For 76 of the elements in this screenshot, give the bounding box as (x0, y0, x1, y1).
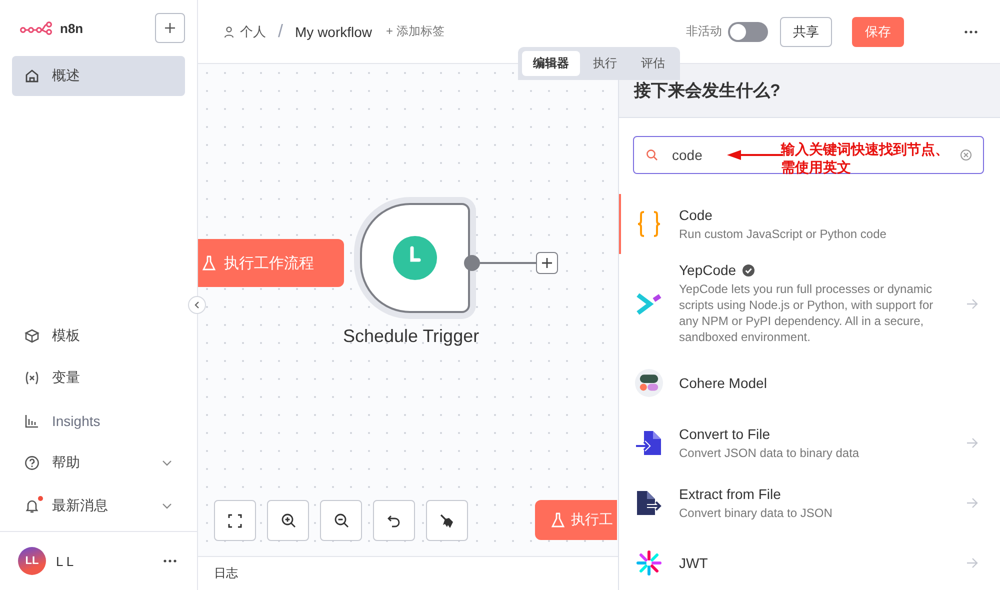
starburst-icon (636, 550, 662, 576)
node-description: Convert binary data to JSON (679, 504, 834, 520)
more-icon[interactable] (163, 559, 177, 563)
zoom-in-button[interactable] (267, 500, 309, 541)
add-tag-link[interactable]: + 添加标签 (386, 23, 444, 40)
node-description: YepCode lets you run full processes or dynamic scripts using Node.js or Python, with support for any NPM or PyPI dependency. All in a secure, sandboxed environment. (679, 281, 934, 345)
breadcrumb-separator: / (278, 21, 284, 42)
nav-item[interactable]: 帮助 (12, 442, 185, 484)
output-handle[interactable] (464, 255, 480, 271)
view-tab[interactable]: 执行 (582, 51, 628, 76)
user-avatar[interactable]: LL (18, 547, 46, 575)
zoom-out-icon (334, 513, 348, 528)
braces-icon (636, 210, 662, 238)
nav-item[interactable]: 变量 (12, 357, 185, 400)
plus-icon (164, 22, 176, 34)
box-icon (24, 328, 40, 344)
user-name: L L (56, 554, 74, 568)
home-icon (24, 68, 40, 84)
file-arrow-icon (635, 429, 663, 457)
node-item[interactable]: Convert to File Convert JSON data to binary data (619, 413, 1000, 473)
node-name: Extract from File (679, 486, 781, 502)
node-name: Code (679, 206, 712, 222)
panel-title: 接下来会发生什么? (634, 80, 780, 102)
zoom-in-icon (280, 513, 296, 528)
variable-icon (24, 370, 40, 386)
more-icon[interactable] (964, 30, 978, 34)
chevron-left-icon (194, 301, 200, 309)
chart-icon (24, 412, 40, 429)
zoom-out-button[interactable] (320, 500, 362, 541)
logo-text: n8n (60, 20, 84, 36)
fullscreen-icon (228, 514, 242, 528)
node-item[interactable]: YepCode YepCode lets you run full processes or dynamic scripts using Node.js or Python, with support for any NPM or PyPI dependency. All in a secure, sandboxed environment. (619, 254, 1000, 353)
fit-view-button[interactable] (214, 500, 256, 541)
collapse-button[interactable] (188, 296, 206, 314)
node-item[interactable]: Code Run custom JavaScript or Python code (619, 194, 1000, 254)
help-icon (24, 455, 40, 472)
clock-icon (393, 236, 437, 280)
add-button[interactable] (155, 13, 185, 43)
share-button[interactable]: 共享 (780, 16, 832, 46)
node-name: Convert to File (679, 426, 770, 442)
connection-line (480, 262, 536, 264)
node-label: Schedule Trigger (343, 326, 480, 347)
project-link[interactable]: 个人 (240, 22, 266, 40)
flask-icon (551, 512, 565, 528)
node-name: YepCode (679, 262, 736, 278)
nav-item[interactable]: 最新消息 (12, 484, 185, 527)
broom-icon (439, 512, 455, 528)
tidy-up-button[interactable] (426, 500, 468, 541)
view-tab[interactable]: 编辑器 (522, 51, 580, 76)
node-item[interactable]: JWT (619, 533, 1000, 590)
logo-icon (20, 21, 54, 35)
undo-button[interactable] (373, 500, 415, 541)
node-name: JWT (679, 555, 708, 571)
plus-icon (541, 257, 553, 269)
bell-icon (24, 498, 40, 514)
node-item[interactable]: Extract from File Convert binary data to JSON (619, 473, 1000, 533)
chevron-logo-icon (636, 290, 662, 316)
view-tab[interactable]: 评估 (630, 51, 676, 76)
nav-item[interactable]: Insights (12, 400, 185, 442)
workflow-name[interactable]: My workflow (295, 24, 372, 40)
user-icon (224, 26, 234, 38)
flask-icon (202, 255, 216, 271)
active-label: 非活动 (686, 23, 722, 40)
nav-item[interactable]: 模板 (12, 314, 185, 357)
nav-item[interactable]: 概述 (12, 56, 185, 96)
active-toggle[interactable] (728, 22, 768, 42)
node-name: Cohere Model (679, 375, 767, 391)
add-node-button[interactable] (536, 252, 558, 274)
node-description: Convert JSON data to binary data (679, 444, 860, 460)
file-arrow-icon (635, 489, 663, 517)
node-item[interactable]: Cohere Model (619, 353, 1000, 413)
node-description: Run custom JavaScript or Python code (679, 226, 888, 242)
log-label[interactable]: 日志 (214, 565, 238, 582)
clear-icon[interactable] (960, 149, 972, 161)
undo-icon (387, 514, 401, 528)
annotation-text: 输入关键词快速找到节点、 需使用英文 (781, 140, 949, 176)
